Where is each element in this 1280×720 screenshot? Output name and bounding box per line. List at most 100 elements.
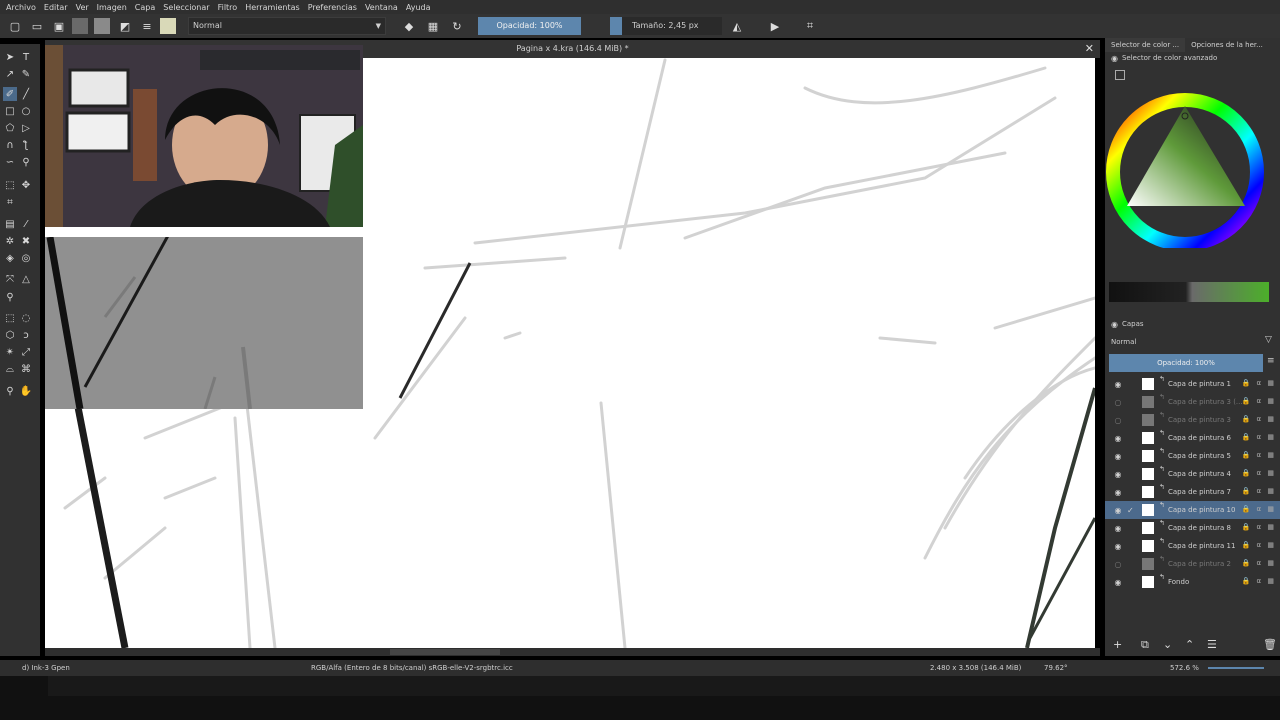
layer-row[interactable]: ◉ ↰ Capa de pintura 7 🔒 α ▦	[1105, 483, 1280, 501]
alpha-lock-icon[interactable]: ▦	[426, 19, 440, 33]
menu-filtro[interactable]: Filtro	[218, 3, 238, 12]
add-layer-icon[interactable]: +	[1113, 638, 1122, 651]
color-wheel[interactable]	[1105, 78, 1280, 248]
polygon-selection-icon[interactable]: ⬡	[3, 328, 17, 342]
move-layer-up-icon[interactable]: ⌃	[1185, 638, 1194, 651]
freehand-brush-icon[interactable]: ✐	[3, 87, 17, 101]
size-slider[interactable]: Tamaño: 2,45 px	[610, 17, 722, 35]
pan-tool-icon[interactable]: ✋	[19, 384, 33, 398]
save-icon[interactable]: ▣	[52, 19, 66, 33]
move-tool-icon[interactable]: ✥	[19, 178, 33, 192]
ellipse-tool-icon[interactable]: ○	[19, 104, 33, 118]
contiguous-selection-icon[interactable]: ✴	[3, 345, 17, 359]
bezier-tool-icon[interactable]: ∩	[3, 138, 17, 152]
layer-row[interactable]: ◉ ↰ Capa de pintura 1 🔒 α ▦	[1105, 375, 1280, 393]
move-layer-down-icon[interactable]: ⌄	[1163, 638, 1172, 651]
visibility-eye-icon[interactable]: ◉	[1113, 470, 1123, 479]
layer-flags-icon[interactable]: 🔒 α ▦	[1242, 541, 1276, 549]
reference-tool-icon[interactable]: ⚲	[3, 290, 17, 304]
layer-flags-icon[interactable]: 🔒 α ▦	[1242, 451, 1276, 459]
layers-menu-icon[interactable]: ≡	[1267, 356, 1275, 366]
dynamic-brush-icon[interactable]: ∽	[3, 155, 17, 169]
layer-flags-icon[interactable]: 🔒 α ▦	[1242, 397, 1276, 405]
crop-icon[interactable]: ⌗	[803, 19, 817, 33]
calligraphy-icon[interactable]: ✎	[19, 67, 33, 81]
assistant-grid-icon[interactable]: ⤧	[3, 272, 17, 286]
transform-tool-icon[interactable]: ⬚	[3, 178, 17, 192]
layer-flags-icon[interactable]: 🔒 α ▦	[1242, 505, 1276, 513]
reload-icon[interactable]: ↻	[450, 19, 464, 33]
enclose-fill-icon[interactable]: ◎	[19, 251, 33, 265]
visibility-eye-icon[interactable]: ◉	[1113, 380, 1123, 389]
similar-selection-icon[interactable]: ⤢	[19, 345, 33, 359]
text-tool-icon[interactable]: T	[19, 50, 33, 64]
horizontal-scrollbar[interactable]	[45, 648, 1100, 656]
gradient-swatch[interactable]	[94, 18, 110, 34]
brush-settings-icon[interactable]: ≡	[140, 19, 154, 33]
visibility-eye-icon[interactable]: ◉	[1113, 542, 1123, 551]
visibility-eye-icon[interactable]: ◉	[1113, 434, 1123, 443]
select-shapes-icon[interactable]: ➤	[3, 50, 17, 64]
visibility-eye-icon[interactable]: ○	[1113, 398, 1123, 407]
delete-layer-icon[interactable]: 🗑	[1263, 638, 1277, 651]
menu-ver[interactable]: Ver	[76, 3, 89, 12]
layer-row[interactable]: ○ ↰ Capa de pintura 3 (... 🔒 α ▦	[1105, 393, 1280, 411]
layer-row[interactable]: ○ ↰ Capa de pintura 2 🔒 α ▦	[1105, 555, 1280, 573]
freehand-path-icon[interactable]: ƪ	[19, 138, 33, 152]
polygon-tool-icon[interactable]: ⬠	[3, 121, 17, 135]
visibility-eye-icon[interactable]: ○	[1113, 416, 1123, 425]
smart-patch-icon[interactable]: ✲	[3, 234, 17, 248]
tab-color-selector[interactable]: Selector de color ...	[1105, 38, 1186, 52]
layer-row[interactable]: ◉ ✓ ↰ Capa de pintura 10 🔒 α ▦	[1105, 501, 1280, 519]
layers-blend-select[interactable]: Normal	[1111, 335, 1251, 349]
menu-imagen[interactable]: Imagen	[97, 3, 127, 12]
visibility-eye-icon[interactable]: ◉	[1113, 506, 1123, 515]
menu-herramientas[interactable]: Herramientas	[245, 3, 300, 12]
filter-icon[interactable]: ▽	[1265, 335, 1272, 345]
edit-shapes-icon[interactable]: ↗	[3, 67, 17, 81]
menu-ventana[interactable]: Ventana	[365, 3, 398, 12]
brush-preset-icon[interactable]	[160, 18, 176, 34]
rectangle-tool-icon[interactable]: □	[3, 104, 17, 118]
color-picker-icon[interactable]: ⁄	[19, 217, 33, 231]
layer-flags-icon[interactable]: 🔒 α ▦	[1242, 379, 1276, 387]
fg-bg-color-icon[interactable]: ◩	[118, 19, 132, 33]
visibility-eye-icon[interactable]: ◉	[1113, 452, 1123, 461]
menu-capa[interactable]: Capa	[135, 3, 155, 12]
blend-mode-select[interactable]: Normal ▼	[188, 17, 386, 35]
rect-selection-icon[interactable]: ⬚	[3, 311, 17, 325]
layer-flags-icon[interactable]: 🔒 α ▦	[1242, 433, 1276, 441]
layer-flags-icon[interactable]: 🔒 α ▦	[1242, 523, 1276, 531]
layer-row[interactable]: ○ ↰ Capa de pintura 3 🔒 α ▦	[1105, 411, 1280, 429]
layer-flags-icon[interactable]: 🔒 α ▦	[1242, 559, 1276, 567]
layers-opacity-slider[interactable]: Opacidad: 100%	[1109, 354, 1263, 372]
layer-properties-icon[interactable]: ☰	[1207, 638, 1217, 651]
magnetic-selection-icon[interactable]: ⌘	[19, 362, 33, 376]
fill-tool-icon[interactable]: ◈	[3, 251, 17, 265]
layer-row[interactable]: ◉ ↰ Fondo 🔒 α ▦	[1105, 573, 1280, 591]
tab-tool-options[interactable]: Opciones de la her...	[1185, 38, 1269, 52]
zoom-tool-icon[interactable]: ⚲	[3, 384, 17, 398]
layer-row[interactable]: ◉ ↰ Capa de pintura 8 🔒 α ▦	[1105, 519, 1280, 537]
duplicate-layer-icon[interactable]: ⧉	[1141, 638, 1149, 652]
layer-row[interactable]: ◉ ↰ Capa de pintura 11 🔒 α ▦	[1105, 537, 1280, 555]
visibility-eye-icon[interactable]: ◉	[1113, 578, 1123, 587]
multibrush-icon[interactable]: ⚲	[19, 155, 33, 169]
close-icon[interactable]: ✕	[1085, 40, 1094, 58]
gradient-tool-icon[interactable]: ▤	[3, 217, 17, 231]
polyline-tool-icon[interactable]: ▷	[19, 121, 33, 135]
layer-row[interactable]: ◉ ↰ Capa de pintura 4 🔒 α ▦	[1105, 465, 1280, 483]
visibility-eye-icon[interactable]: ◉	[1113, 488, 1123, 497]
freehand-selection-icon[interactable]: ↄ	[19, 328, 33, 342]
layer-flags-icon[interactable]: 🔒 α ▦	[1242, 469, 1276, 477]
visibility-eye-icon[interactable]: ◉	[1113, 524, 1123, 533]
menu-seleccionar[interactable]: Seleccionar	[163, 3, 209, 12]
crop-tool-icon[interactable]: ⌗	[3, 195, 17, 209]
mirror-horizontal-icon[interactable]: ◭	[730, 19, 744, 33]
layer-flags-icon[interactable]: 🔒 α ▦	[1242, 577, 1276, 585]
layer-flags-icon[interactable]: 🔒 α ▦	[1242, 415, 1276, 423]
assistant-tool-icon[interactable]: ✖	[19, 234, 33, 248]
menu-editar[interactable]: Editar	[44, 3, 68, 12]
layer-flags-icon[interactable]: 🔒 α ▦	[1242, 487, 1276, 495]
color-history-strip[interactable]	[1109, 282, 1269, 302]
